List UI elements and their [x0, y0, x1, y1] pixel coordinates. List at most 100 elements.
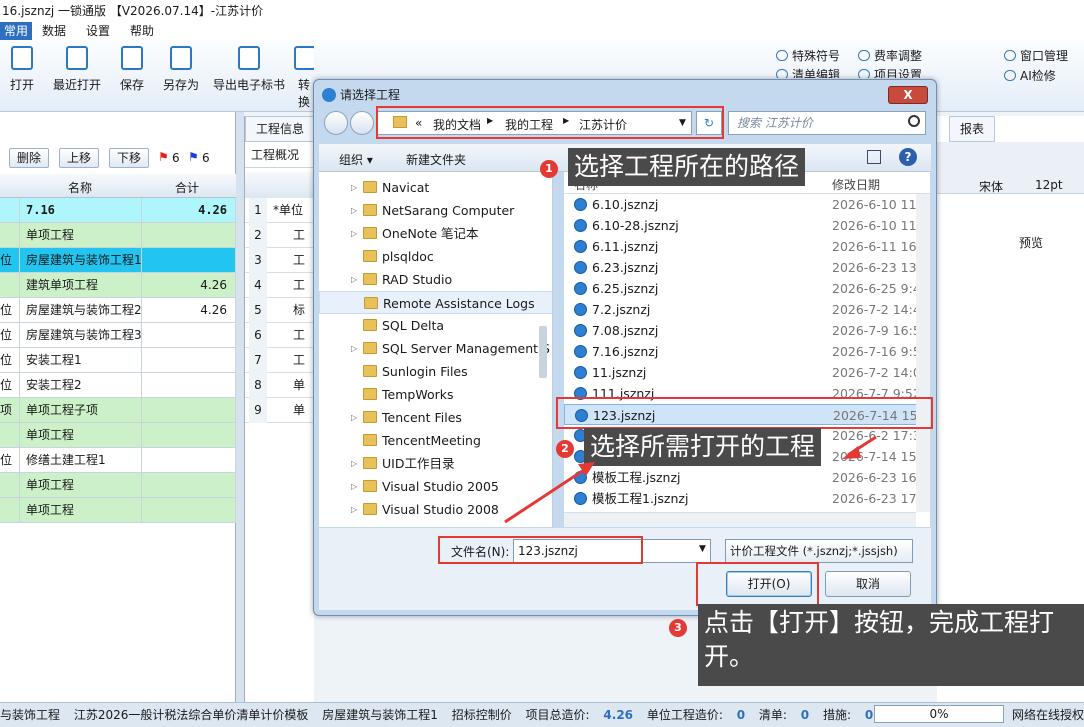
preview-button[interactable]: 预览 [1019, 234, 1043, 251]
expand-icon[interactable]: ▷ [351, 176, 357, 199]
file-row[interactable]: 7.16.jsznzj 2026-7-16 9:5 [564, 341, 930, 362]
tab-project-info[interactable]: 工程信息 [245, 116, 315, 142]
table-row[interactable]: 位安装工程1 [0, 348, 236, 373]
file-row[interactable]: 6.25.jsznzj 2026-6-25 9:4 [564, 278, 930, 299]
search-input[interactable]: 搜索 江苏计价 [728, 111, 926, 135]
export-bid-button[interactable]: 导出电子标书 [210, 46, 288, 93]
move-down-button[interactable]: 下移 [109, 148, 150, 168]
table-row[interactable]: 位房屋建筑与装饰工程1 [0, 248, 236, 273]
new-folder-button[interactable]: 新建文件夹 [406, 151, 466, 168]
tree-scrollbar[interactable] [539, 326, 547, 378]
folder-tree-item[interactable]: ▷ Navicat [319, 176, 552, 199]
table-row[interactable]: 位修缮土建工程1 [0, 448, 236, 473]
file-row[interactable]: 11.jsznzj 2026-7-2 14:0 [564, 362, 930, 383]
open-button[interactable]: 打开 [8, 46, 36, 93]
organize-button[interactable]: 组织 ▾ [339, 151, 373, 168]
dialog-close-button[interactable]: X [888, 86, 928, 104]
file-row[interactable]: 7.08.jsznzj 2026-7-9 16:5 [564, 320, 930, 341]
file-row[interactable]: 模板工程1.jsznzj 2026-6-23 17: [564, 488, 930, 509]
mid-row[interactable]: 8单 [245, 373, 315, 398]
convert-button[interactable]: 转换 [294, 46, 314, 110]
project-settings-button[interactable]: 项目设置 [858, 66, 922, 78]
mid-row[interactable]: 1 *单位 [245, 198, 315, 223]
recent-open-button[interactable]: 最近打开 [50, 46, 104, 93]
table-row[interactable]: 单项工程 [0, 423, 236, 448]
special-symbol-button[interactable]: 特殊符号 [776, 47, 840, 64]
font-size-select[interactable]: 12pt [1035, 178, 1063, 192]
forward-icon[interactable] [350, 111, 374, 135]
expand-icon[interactable]: ▷ [351, 268, 357, 291]
splitter[interactable] [236, 112, 244, 702]
expand-icon[interactable]: ▷ [351, 406, 357, 429]
table-row[interactable]: 单项工程 [0, 473, 236, 498]
red-flag-icon[interactable]: ⚑ [158, 150, 169, 164]
back-icon[interactable] [324, 111, 348, 135]
folder-tree-item[interactable]: Remote Assistance Logs [319, 291, 552, 314]
cancel-button[interactable]: 取消 [825, 571, 911, 597]
table-row[interactable]: 单项工程 [0, 498, 236, 523]
filetype-select[interactable]: 计价工程文件 (*.jsznzj;*.jssjsh) [725, 539, 913, 563]
mid-row[interactable]: 7工 [245, 348, 315, 373]
expand-icon[interactable]: ▷ [351, 498, 357, 521]
tab-project-overview[interactable]: 工程概况 [245, 142, 315, 168]
expand-icon[interactable]: ▷ [351, 337, 357, 360]
font-select[interactable]: 宋体 [979, 178, 1003, 195]
preview-pane-icon[interactable] [867, 150, 881, 164]
folder-tree-item[interactable]: ▷ Visual Studio 2008 [319, 498, 552, 521]
folder-tree-item[interactable]: ▷ SQL Server Management S [319, 337, 552, 360]
folder-tree-item[interactable]: plsqldoc [319, 245, 552, 268]
folder-tree-item[interactable]: ▷ OneNote 笔记本 [319, 222, 552, 245]
folder-tree-item[interactable]: ▷ UID工作目录 [319, 452, 552, 475]
file-row[interactable]: 6.11.jsznzj 2026-6-11 16: [564, 236, 930, 257]
folder-tree-item[interactable]: ▷ RAD Studio [319, 268, 552, 291]
table-row[interactable]: 位房屋建筑与装饰工程3 [0, 323, 236, 348]
mid-row[interactable]: 9单 [245, 398, 315, 423]
move-up-button[interactable]: 上移 [59, 148, 100, 168]
blue-flag-icon[interactable]: ⚑ [188, 150, 199, 164]
folder-tree-item[interactable]: ▷ NetSarang Computer [319, 199, 552, 222]
mid-row[interactable]: 2工 [245, 223, 315, 248]
expand-icon[interactable]: ▷ [351, 475, 357, 498]
folder-tree-item[interactable]: TempWorks [319, 383, 552, 406]
table-row[interactable]: 建筑单项工程 4.26 [0, 273, 236, 298]
table-row[interactable]: 单项工程 [0, 223, 236, 248]
menu-data[interactable]: 数据 [32, 22, 76, 40]
window-manage-button[interactable]: 窗口管理 [1004, 47, 1068, 64]
mid-row[interactable]: 5标 [245, 298, 315, 323]
table-row[interactable]: 位房屋建筑与装饰工程2 4.26 [0, 298, 236, 323]
tab-report[interactable]: 报表 [949, 116, 995, 142]
file-row[interactable]: 模板工程.jsznzj 2026-6-23 16: [564, 467, 930, 488]
table-row[interactable]: 位安装工程2 [0, 373, 236, 398]
table-row[interactable]: 项单项工程子项 [0, 398, 236, 423]
ai-check-button[interactable]: AI检修 [1004, 67, 1056, 84]
bill-edit-button[interactable]: 清单编辑 [776, 66, 840, 78]
file-row[interactable]: 6.10-28.jsznzj 2026-6-10 11: [564, 215, 930, 236]
help-icon[interactable]: ? [899, 148, 917, 166]
expand-icon[interactable]: ▷ [351, 222, 357, 245]
save-button[interactable]: 保存 [118, 46, 146, 93]
rate-adjust-button[interactable]: 费率调整 [858, 47, 922, 64]
table-row[interactable]: 7.16 4.26 [0, 198, 236, 223]
expand-icon[interactable]: ▷ [351, 452, 357, 475]
search-icon[interactable] [908, 115, 920, 127]
folder-tree-item[interactable]: ▷ Visual Studio 2005 [319, 475, 552, 498]
folder-tree-item[interactable]: ▷ Tencent Files [319, 406, 552, 429]
menu-help[interactable]: 帮助 [120, 22, 164, 40]
mid-row[interactable]: 4工 [245, 273, 315, 298]
mid-row[interactable]: 3工 [245, 248, 315, 273]
folder-tree-item[interactable]: TencentMeeting [319, 429, 552, 452]
menu-common[interactable]: 常用 [0, 22, 33, 40]
folder-tree-item[interactable]: SQL Delta [319, 314, 552, 337]
menu-settings[interactable]: 设置 [76, 22, 120, 40]
file-row[interactable]: 6.10.jsznzj 2026-6-10 11: [564, 194, 930, 215]
mid-row[interactable]: 6工 [245, 323, 315, 348]
horizontal-scrollbar[interactable] [564, 512, 916, 527]
delete-button[interactable]: 删除 [9, 148, 50, 168]
vertical-scrollbar[interactable] [916, 194, 930, 512]
folder-tree-item[interactable]: Sunlogin Files [319, 360, 552, 383]
save-as-button[interactable]: 另存为 [160, 46, 202, 93]
file-row[interactable]: 6.23.jsznzj 2026-6-23 13: [564, 257, 930, 278]
expand-icon[interactable]: ▷ [351, 199, 357, 222]
chevron-down-icon[interactable]: ▼ [699, 544, 706, 554]
file-row[interactable]: 7.2.jsznzj 2026-7-2 14:4 [564, 299, 930, 320]
